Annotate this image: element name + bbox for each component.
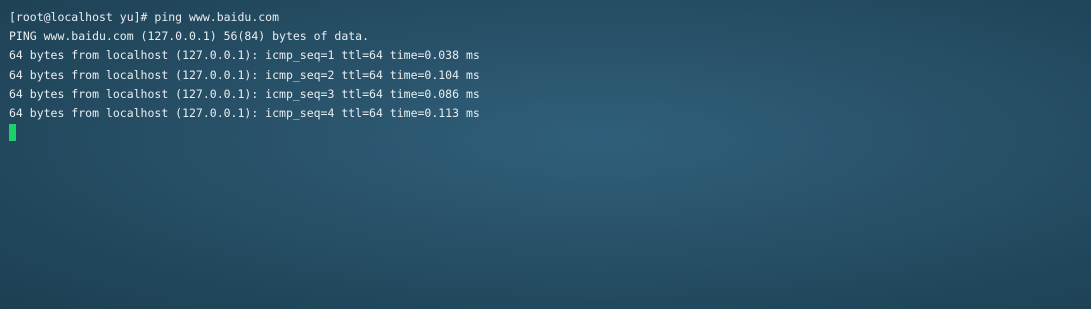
ping-header-line: PING www.baidu.com (127.0.0.1) 56(84) by… bbox=[9, 29, 370, 44]
ping-reply-line: 64 bytes from localhost (127.0.0.1): icm… bbox=[9, 67, 480, 82]
ping-reply-line: 64 bytes from localhost (127.0.0.1): icm… bbox=[9, 48, 480, 63]
command-prompt-line: [root@localhost yu]# ping www.baidu.com bbox=[9, 10, 280, 24]
text-cursor bbox=[9, 124, 16, 142]
ping-reply-line: 64 bytes from localhost (127.0.0.1): icm… bbox=[9, 86, 480, 101]
terminal-window[interactable]: [root@localhost yu]# ping www.baidu.com … bbox=[0, 0, 1091, 309]
ping-reply-line: 64 bytes from localhost (127.0.0.1): icm… bbox=[9, 105, 480, 120]
input-line[interactable] bbox=[9, 123, 1091, 142]
